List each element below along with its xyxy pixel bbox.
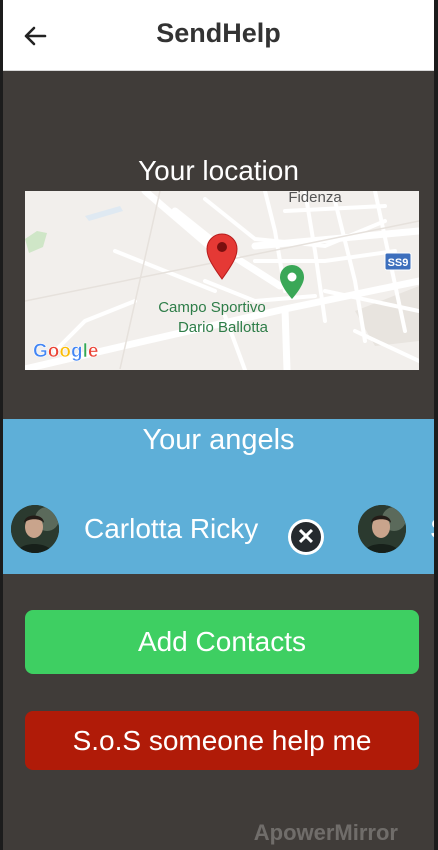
avatar <box>358 505 406 553</box>
remove-angel-button[interactable]: ✕ <box>288 519 324 555</box>
location-map[interactable]: Fidenza SS9 Campo Sportivo Dario Ballott… <box>25 191 419 370</box>
google-logo: Google <box>33 341 98 362</box>
road-badge-label: SS9 <box>388 257 409 269</box>
road-badge: SS9 <box>384 252 412 271</box>
watermark-text: ApowerMirror <box>253 820 398 845</box>
close-icon: ✕ <box>291 522 321 552</box>
angel-name: S <box>430 513 434 545</box>
sos-button[interactable]: S.o.S someone help me <box>25 711 419 770</box>
poi-label-line2: Dario Ballotta <box>178 319 269 336</box>
poi-label-line1: Campo Sportivo <box>158 299 266 316</box>
angels-panel[interactable]: Your angels Carlotta Ricky ✕ S <box>3 419 434 574</box>
angel-name: Carlotta Ricky <box>84 513 259 544</box>
map-town-label: Fidenza <box>288 191 342 206</box>
app-title: SendHelp <box>156 18 281 48</box>
angels-title: Your angels <box>142 424 295 456</box>
add-contacts-button[interactable]: Add Contacts <box>25 610 419 674</box>
screen-edge-right <box>434 0 438 850</box>
app-bar: SendHelp <box>3 0 434 71</box>
location-title: Your location <box>138 155 299 186</box>
avatar <box>11 505 59 553</box>
